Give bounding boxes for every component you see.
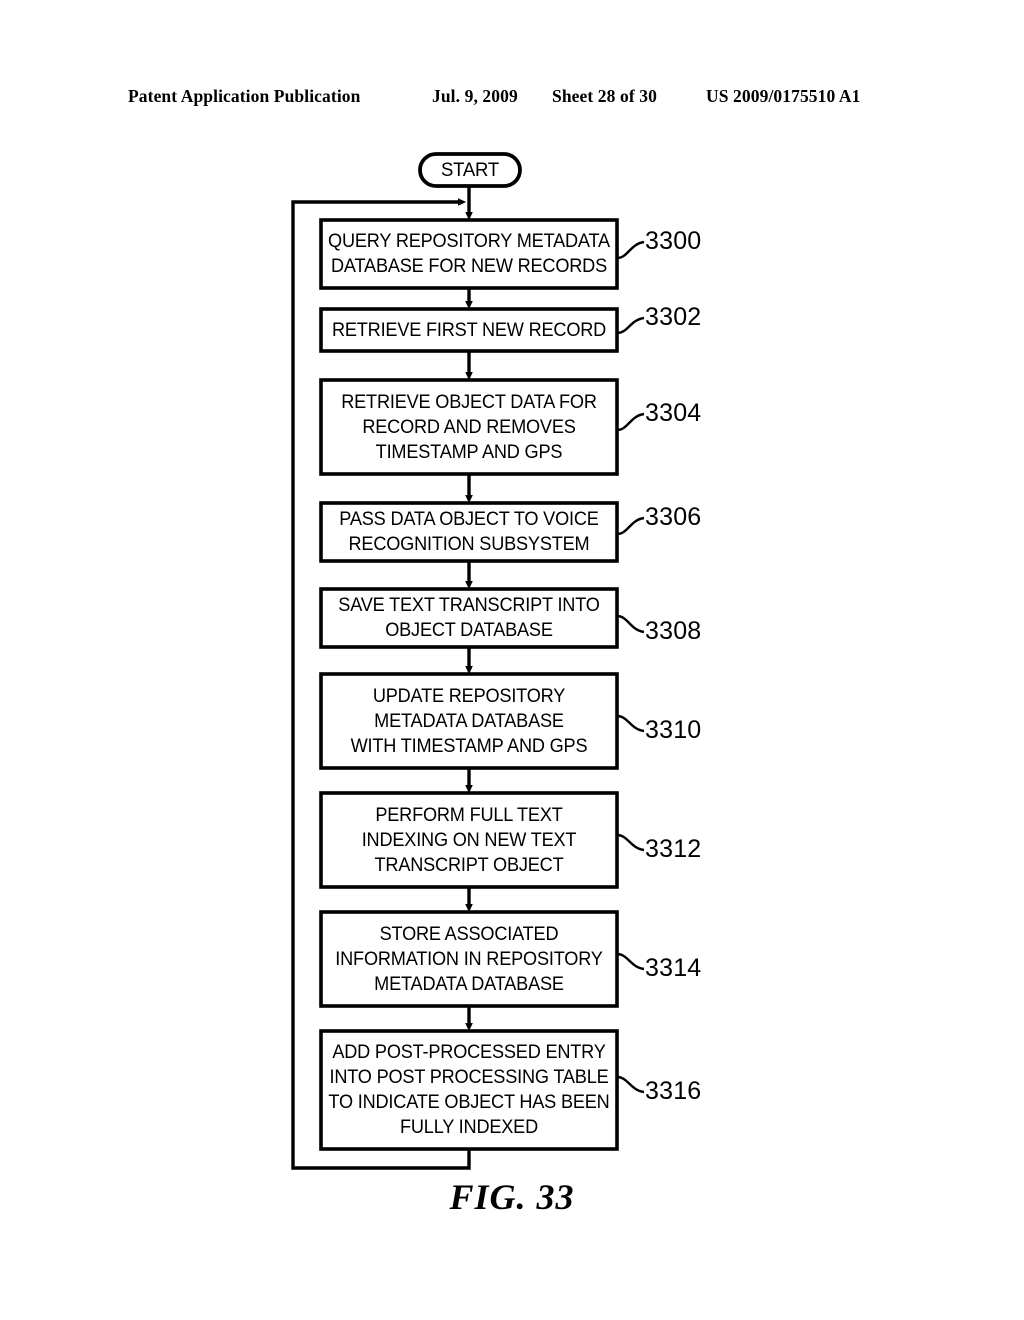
flowchart-graphics xyxy=(291,152,645,1170)
callout-line-3316 xyxy=(616,1075,645,1094)
process-box-3314 xyxy=(319,910,619,1008)
process-box-3306 xyxy=(319,501,619,563)
process-box-3312 xyxy=(319,791,619,889)
process-box-3308 xyxy=(319,587,619,649)
callout-line-3314 xyxy=(616,952,645,971)
process-box-3310 xyxy=(319,672,619,770)
callout-line-3302 xyxy=(616,316,645,335)
process-box-3304 xyxy=(319,378,619,476)
callout-line-3308 xyxy=(616,614,645,634)
callout-line-3304 xyxy=(616,412,645,432)
patent-figure-page: Patent Application Publication Jul. 9, 2… xyxy=(0,0,1024,1320)
process-box-3300 xyxy=(319,218,619,290)
callout-line-3310 xyxy=(616,714,645,733)
callout-line-3300 xyxy=(616,240,645,260)
start-terminal-shape xyxy=(418,152,522,188)
figure-caption: FIG. 33 xyxy=(449,1177,575,1217)
process-box-3316 xyxy=(319,1029,619,1151)
callout-line-3312 xyxy=(616,833,645,852)
process-box-3302 xyxy=(319,307,619,353)
callout-line-3306 xyxy=(616,516,645,536)
